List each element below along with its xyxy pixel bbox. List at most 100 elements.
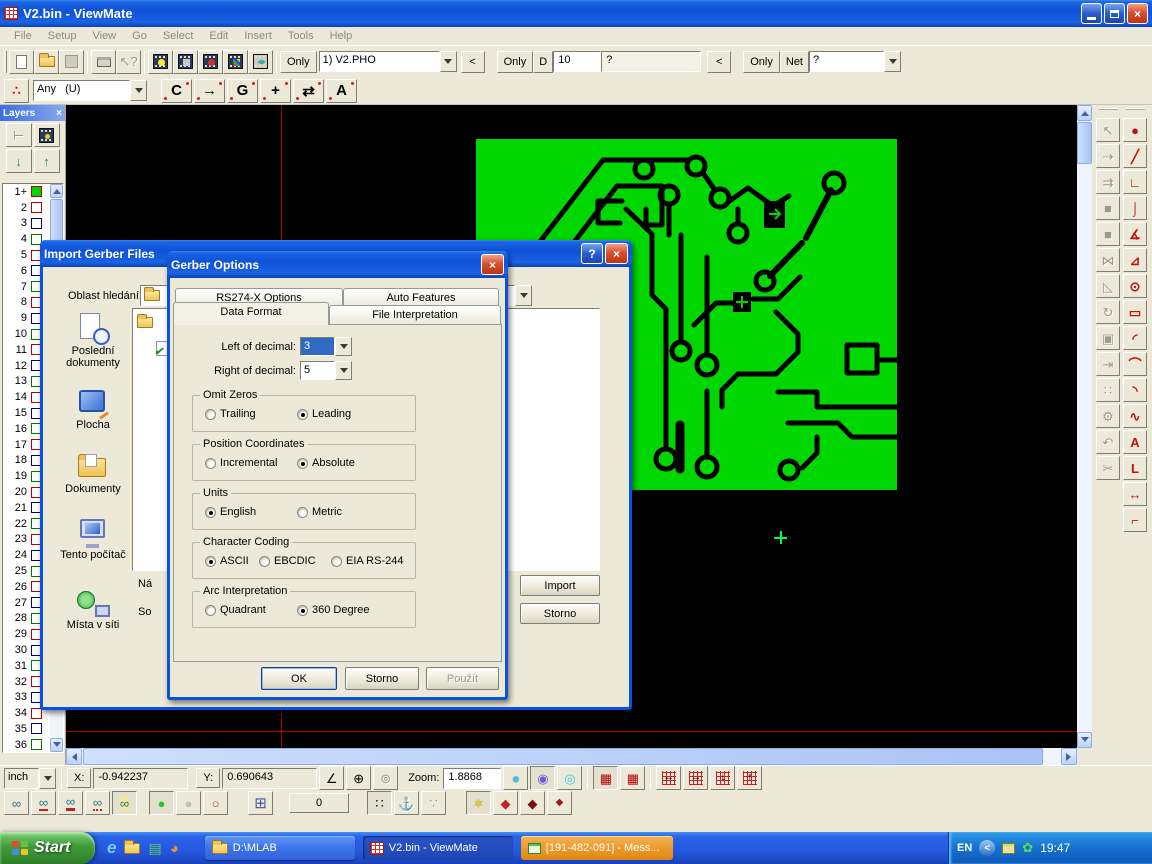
pad-dark-button[interactable]: ◆ — [520, 791, 545, 815]
folder-icon[interactable] — [137, 317, 153, 328]
palette-handle[interactable] — [1099, 108, 1118, 114]
radio-ebcdic[interactable]: EBCDIC — [259, 555, 316, 567]
units-combo[interactable]: inch — [4, 768, 56, 789]
restore-button[interactable] — [1104, 3, 1125, 24]
ie-icon[interactable]: e — [107, 838, 116, 858]
view-edit-button[interactable]: ∞ — [112, 791, 137, 815]
tool-move-selection[interactable]: ⇢ — [1096, 144, 1120, 168]
pad-small-button[interactable]: ◆ — [547, 791, 572, 815]
split-view-button[interactable]: ⊞ — [248, 791, 273, 815]
palette-handle[interactable] — [1126, 108, 1145, 114]
menu-item[interactable]: Help — [322, 29, 361, 43]
menu-item[interactable]: View — [84, 29, 124, 43]
tool-draw-arc[interactable]: ⌒ — [1123, 352, 1147, 376]
radio-trailing[interactable]: Trailing — [205, 408, 256, 420]
inspect-button[interactable] — [248, 50, 273, 74]
view-lines-button[interactable]: ∞ — [31, 791, 56, 815]
radio-leading[interactable]: Leading — [297, 408, 351, 420]
menu-item[interactable]: Select — [155, 29, 202, 43]
tool-draw-corner[interactable]: ⌐ — [1123, 508, 1147, 532]
layer-down-button[interactable]: ↓ — [6, 149, 32, 173]
start-button[interactable]: Start — [0, 832, 95, 864]
radio-quadrant[interactable]: Quadrant — [205, 604, 266, 616]
layer-color-swatch[interactable] — [31, 202, 42, 213]
filter-pad-button[interactable]: + — [260, 79, 291, 103]
pan-right-button[interactable]: → — [683, 766, 708, 790]
clock[interactable]: 19:47 — [1040, 841, 1070, 855]
dialog-help-button[interactable]: ? — [581, 243, 603, 264]
layer-row[interactable]: 3 — [3, 216, 50, 232]
chevron-down-icon[interactable] — [884, 51, 901, 72]
dcode-label-button[interactable]: D — [533, 51, 553, 73]
layer-tools-button[interactable] — [173, 50, 198, 74]
only-layer-button[interactable]: Only — [280, 51, 317, 73]
tool-draw-dimension[interactable]: ↔ — [1123, 482, 1147, 506]
x-coordinate-field[interactable]: -0.942237 — [93, 768, 188, 789]
save-button[interactable] — [59, 50, 84, 74]
chevron-down-icon[interactable] — [39, 768, 56, 789]
tool-fill-rect-alt[interactable]: ■ — [1096, 222, 1120, 246]
place-network[interactable]: Místa v síti — [50, 587, 136, 631]
layer-combo[interactable]: 1) V2.PHO — [319, 51, 457, 72]
place-documents[interactable]: Dokumenty — [50, 451, 136, 495]
filter-text-button[interactable]: A — [326, 79, 357, 103]
layer-colors-button[interactable] — [223, 50, 248, 74]
place-computer[interactable]: Tento počítač — [50, 517, 136, 561]
pan-down-button[interactable]: ↓ — [710, 766, 735, 790]
layers-panel-titlebar[interactable]: Layers × — [0, 105, 65, 121]
tool-cut-segment[interactable]: ✂ — [1096, 456, 1120, 480]
chevron-down-icon[interactable] — [130, 80, 147, 101]
quick-folder-icon[interactable] — [124, 843, 140, 854]
task-mlab-folder[interactable]: D:\MLAB — [205, 836, 355, 860]
filter-net-button[interactable]: ⇄ — [293, 79, 324, 103]
menu-item[interactable]: Go — [124, 29, 155, 43]
dot-grid-button[interactable]: ∷ — [367, 791, 392, 815]
scope-combo[interactable]: Any (U) — [33, 80, 147, 101]
menu-item[interactable]: Insert — [236, 29, 280, 43]
view-layers-button[interactable]: ∞ — [4, 791, 29, 815]
highlight-ring-button[interactable]: ○ — [203, 791, 228, 815]
probe-button[interactable]: ⊚ — [373, 766, 398, 790]
filter-gerber-button[interactable]: G — [227, 79, 258, 103]
new-file-button[interactable] — [9, 50, 34, 74]
pan-up-button[interactable]: ↑ — [737, 766, 762, 790]
layer-up-button[interactable]: ↑ — [34, 149, 60, 173]
place-recent-documents[interactable]: Poslední dokumenty — [50, 313, 136, 369]
radio-absolute[interactable]: Absolute — [297, 457, 355, 469]
scroll-thumb[interactable] — [83, 748, 1043, 765]
radio-english[interactable]: English — [205, 506, 256, 518]
layers-dock-button[interactable]: ⊢ — [6, 123, 32, 147]
highlight-on-button[interactable]: ● — [149, 791, 174, 815]
tool-draw-curve[interactable]: ◜ — [1123, 326, 1147, 350]
tool-copy-selection[interactable]: ⇉ — [1096, 170, 1120, 194]
zoom-window-button[interactable]: ◉ — [530, 766, 555, 790]
language-indicator[interactable]: EN — [957, 842, 972, 854]
import-cancel-button[interactable]: Storno — [520, 603, 600, 624]
target-origin-button[interactable]: ⊕ — [346, 766, 371, 790]
angle-measure-button[interactable]: ∠ — [319, 766, 344, 790]
task-message[interactable]: [191-482-091] - Mess... — [521, 836, 673, 860]
only-net-button[interactable]: Only — [743, 51, 780, 73]
right-of-decimal-combo[interactable]: 5 — [300, 361, 352, 380]
layers-scroll-down[interactable] — [50, 738, 63, 752]
tool-draw-ellipse-arc[interactable]: ◝ — [1123, 378, 1147, 402]
menu-item[interactable]: Setup — [40, 29, 85, 43]
tool-draw-arc-angle[interactable]: ∡ — [1123, 222, 1147, 246]
layer-color-swatch[interactable] — [31, 218, 42, 229]
grid-snap-button[interactable]: ▦ — [620, 766, 645, 790]
chevron-down-icon[interactable] — [335, 337, 352, 356]
tool-rotate[interactable]: ↻ — [1096, 300, 1120, 324]
tool-mirror[interactable]: ⋈ — [1096, 248, 1120, 272]
apply-button[interactable]: Použít — [426, 667, 499, 690]
gerber-dialog-titlebar[interactable]: Gerber Options × — [167, 251, 508, 278]
horizontal-scrollbar[interactable] — [66, 748, 1077, 765]
grid-display-button[interactable]: ▦ — [593, 766, 618, 790]
place-desktop[interactable]: Plocha — [50, 387, 136, 431]
view-points-button[interactable]: ∞ — [85, 791, 110, 815]
close-button[interactable]: × — [1127, 3, 1148, 24]
tool-draw-triangle[interactable]: ⊿ — [1123, 248, 1147, 272]
menu-item[interactable]: Tools — [280, 29, 322, 43]
import-close-button[interactable]: × — [605, 243, 628, 264]
tool-step-repeat[interactable]: ∷ — [1096, 378, 1120, 402]
y-coordinate-field[interactable]: 0.690643 — [222, 768, 317, 789]
